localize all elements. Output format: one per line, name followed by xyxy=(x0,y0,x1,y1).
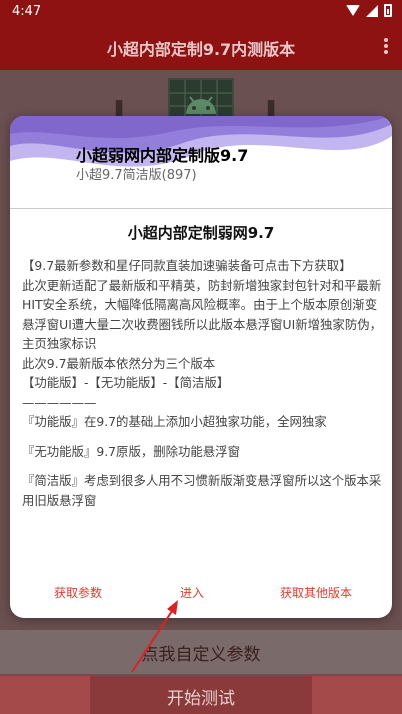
content-line: 【功能版】-【无功能版】-【简洁版】 xyxy=(22,375,230,390)
dialog-actions: 获取参数 进入 获取其他版本 xyxy=(10,584,392,606)
start-test-button[interactable]: 开始测试 xyxy=(0,676,402,714)
header-divider xyxy=(10,208,392,209)
app-bar: 小超内部定制9.7内测版本 xyxy=(0,24,402,70)
start-test-label: 开始测试 xyxy=(167,689,235,709)
version-dialog: 小超弱网内部定制版9.7 小超9.7简洁版(897) 小超内部定制弱网9.7 【… xyxy=(10,116,392,618)
content-line: 『简洁版』考虑到很多人用不习惯新版渐变悬浮窗所以这个版本采用旧版悬浮窗 xyxy=(22,473,382,508)
content-line: 『功能版』在9.7的基础上添加小超独家功能，全网独家 xyxy=(22,414,327,429)
custom-params-button[interactable]: 点我自定义参数 xyxy=(0,630,402,674)
status-time: 4:47 xyxy=(12,4,42,19)
more-options-icon[interactable] xyxy=(384,38,388,54)
enter-button[interactable]: 进入 xyxy=(180,584,204,601)
signal-icon xyxy=(366,4,378,17)
dialog-content[interactable]: 【9.7最新参数和星仔同款直装加速骗装备可点击下方获取】 此次更新适配了最新版和… xyxy=(22,256,384,560)
content-line: 『无功能版』9.7原版，删除功能悬浮窗 xyxy=(22,443,240,459)
dialog-header-subtitle: 小超9.7简洁版(897) xyxy=(76,168,197,183)
content-line: 此次9.7最新版本依然分为三个版本 xyxy=(22,355,216,371)
dialog-card-title: 小超内部定制弱网9.7 xyxy=(127,224,275,242)
dialog-header-title: 小超弱网内部定制版9.7 xyxy=(76,146,249,165)
content-line: 此次更新适配了最新版和平精英，防封新增独家封包针对和平最新HIT安全系统，大幅降… xyxy=(22,277,382,352)
dialog-header: 小超弱网内部定制版9.7 小超9.7简洁版(897) xyxy=(10,116,392,206)
status-icons xyxy=(346,4,392,17)
app-title: 小超内部定制9.7内测版本 xyxy=(106,40,296,59)
content-line: —————— xyxy=(22,394,97,410)
get-params-button[interactable]: 获取参数 xyxy=(54,584,102,601)
other-versions-button[interactable]: 获取其他版本 xyxy=(280,584,352,601)
content-line: 【9.7最新参数和星仔同款直装加速骗装备可点击下方获取】 xyxy=(22,258,352,273)
custom-params-label: 点我自定义参数 xyxy=(141,645,261,665)
battery-icon xyxy=(384,4,392,17)
wifi-icon xyxy=(346,5,360,16)
status-bar: 4:47 xyxy=(0,0,402,24)
